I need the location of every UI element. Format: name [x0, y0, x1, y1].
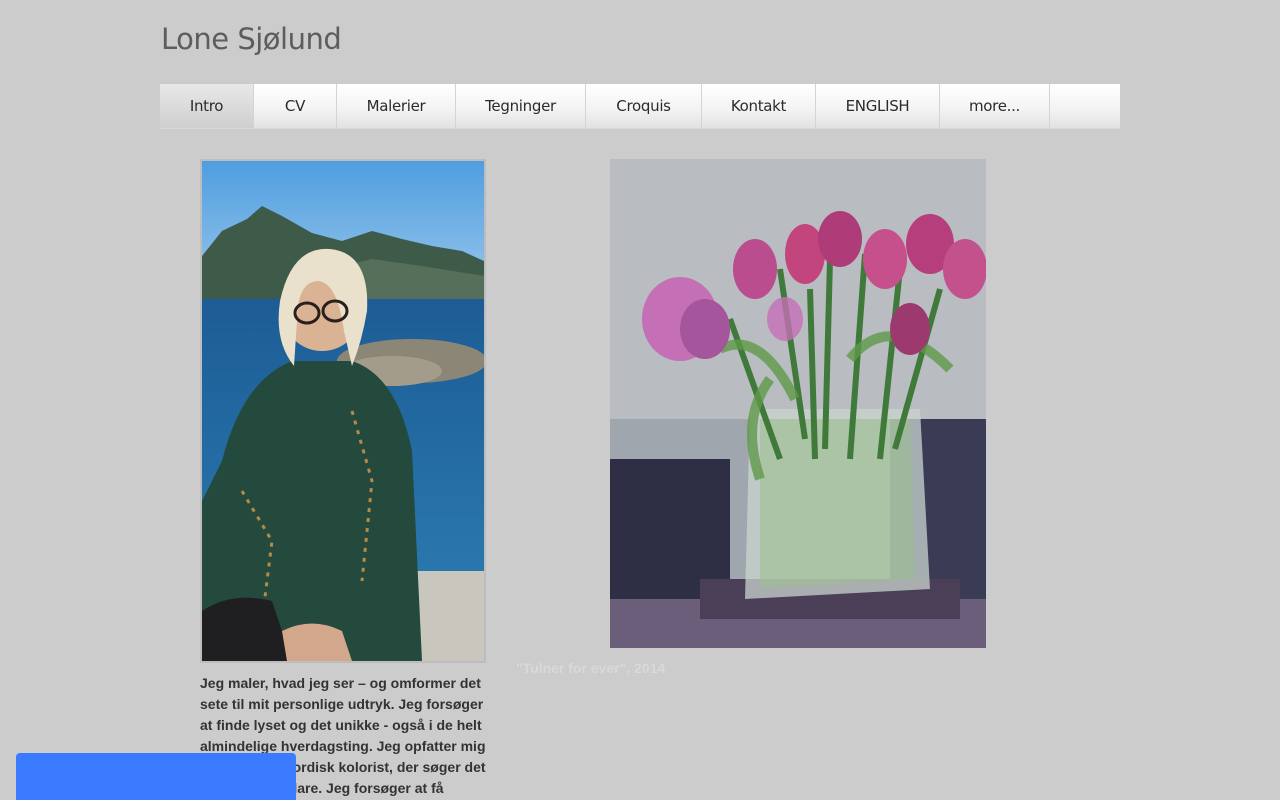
nav-item-cv[interactable]: CV [254, 84, 337, 128]
painting-tulips-image[interactable] [610, 159, 986, 648]
artist-portrait-photo [200, 159, 486, 663]
cookie-banner[interactable] [16, 753, 296, 800]
site-title[interactable]: Lone Sjølund [161, 22, 342, 56]
nav-item-english[interactable]: ENGLISH [816, 84, 940, 128]
nav-item-tegninger[interactable]: Tegninger [456, 84, 586, 128]
painting-caption: "Tulner for ever", 2014 [516, 660, 666, 676]
nav-item-more[interactable]: more... [940, 84, 1050, 128]
main-navigation: Intro CV Malerier Tegninger Croquis Kont… [160, 84, 1120, 129]
nav-item-croquis[interactable]: Croquis [586, 84, 702, 128]
nav-item-kontakt[interactable]: Kontakt [702, 84, 816, 128]
nav-item-malerier[interactable]: Malerier [337, 84, 456, 128]
nav-item-intro[interactable]: Intro [160, 84, 254, 128]
